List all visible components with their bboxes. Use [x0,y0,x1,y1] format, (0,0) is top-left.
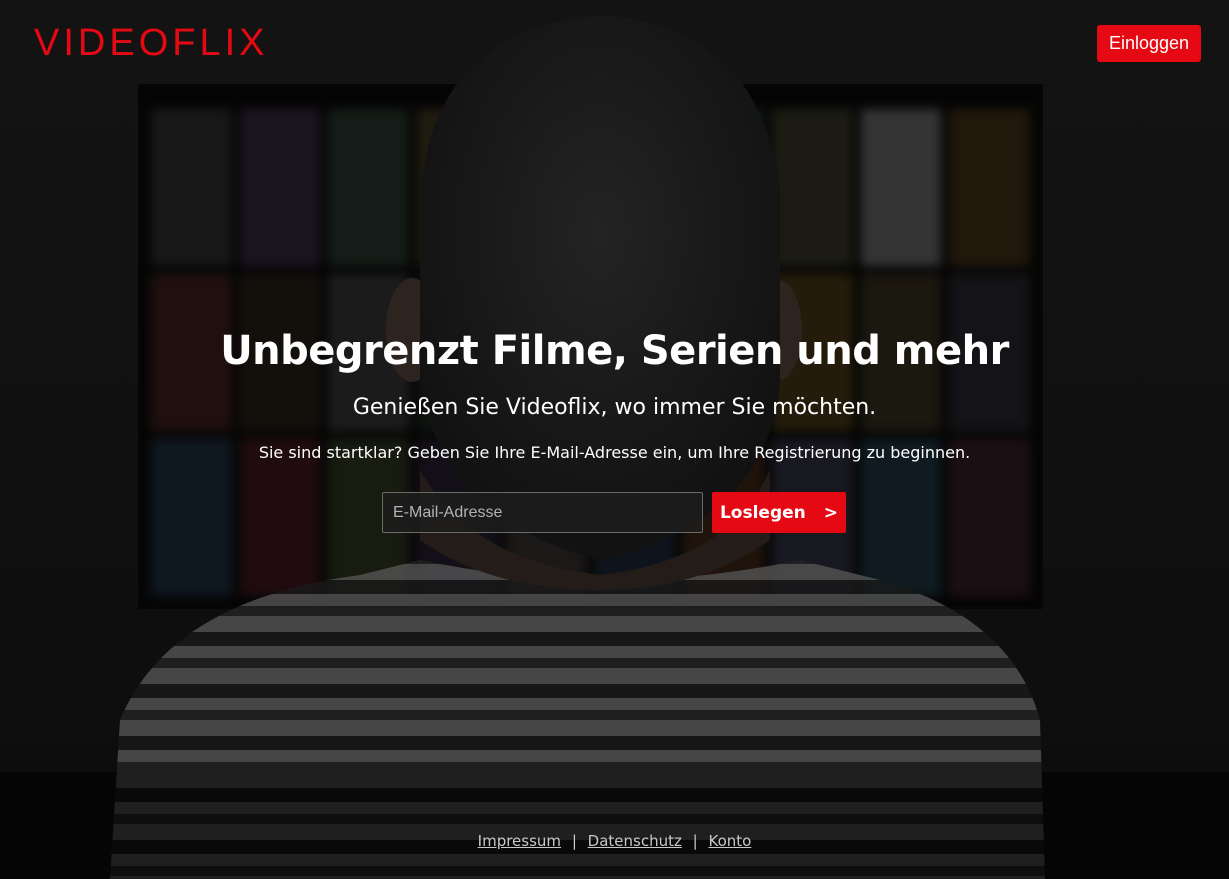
hero-title: Unbegrenzt Filme, Serien und mehr [220,328,1009,374]
videoflix-logo[interactable]: VIDEOFLIX [34,24,269,62]
footer-link-impressum[interactable]: Impressum [478,832,561,850]
hero-section: Unbegrenzt Filme, Serien und mehr Genieß… [0,322,1229,464]
chevron-right-icon: > [823,502,839,523]
footer-link-datenschutz[interactable]: Datenschutz [588,832,682,850]
email-input[interactable] [382,492,703,533]
footer-separator: | [692,832,698,850]
start-button[interactable]: Loslegen > [712,492,846,533]
signup-form: Loslegen > [382,492,846,533]
start-button-label: Loslegen [719,502,806,523]
footer: Impressum | Datenschutz | Konto [0,772,1229,879]
hero-cta-text: Sie sind startklar? Geben Sie Ihre E-Mai… [258,443,971,462]
footer-separator: | [571,832,577,850]
hero-subtitle: Genießen Sie Videoflix, wo immer Sie möc… [352,395,877,420]
footer-links: Impressum | Datenschutz | Konto [0,832,1229,850]
footer-link-konto[interactable]: Konto [708,832,751,850]
login-button[interactable]: Einloggen [1097,25,1201,62]
